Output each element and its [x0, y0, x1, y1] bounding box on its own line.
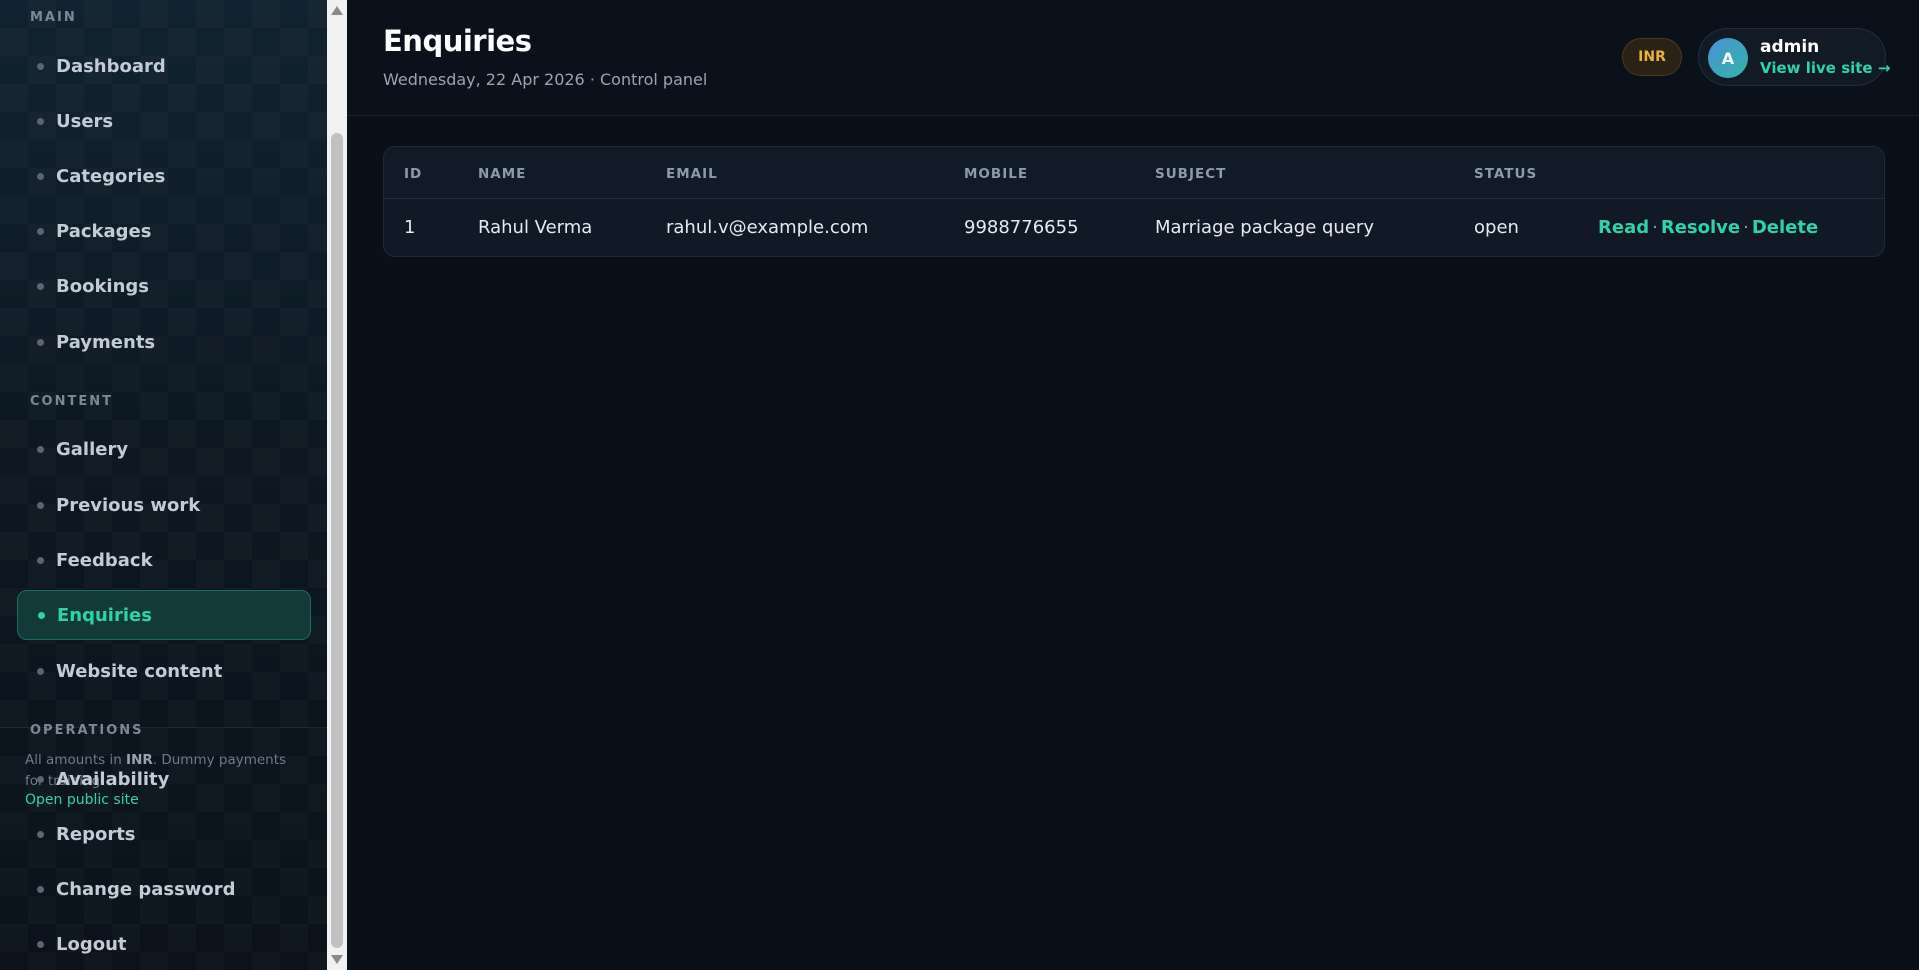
- bullet-icon: [37, 338, 44, 346]
- sidebar-item-label: Packages: [56, 220, 152, 242]
- bullet-icon: [37, 172, 44, 180]
- page-subtitle: Wednesday, 22 Apr 2026 · Control panel: [383, 70, 708, 89]
- bullet-icon: [37, 940, 44, 948]
- sidebar-item-packages[interactable]: Packages: [17, 206, 311, 256]
- bullet-icon: [37, 830, 44, 838]
- scrollbar-thumb[interactable]: [331, 133, 343, 948]
- cell-status: open: [1474, 217, 1519, 238]
- user-name: admin: [1760, 37, 1820, 57]
- cell-name: Rahul Verma: [478, 217, 593, 238]
- sidebar-item-bookings[interactable]: Bookings: [17, 261, 311, 311]
- read-action-link[interactable]: Read: [1598, 217, 1649, 238]
- sidebar-item-label: Website content: [56, 660, 223, 682]
- sidebar-item-label: Payments: [56, 331, 156, 353]
- delete-action-link[interactable]: Delete: [1752, 217, 1818, 238]
- sidebar-item-label: Users: [56, 110, 114, 132]
- bullet-icon: [37, 556, 44, 564]
- sidebar-item-users[interactable]: Users: [17, 96, 311, 146]
- table-row: 1 Rahul Verma rahul.v@example.com 998877…: [384, 199, 1884, 256]
- action-separator: ·: [1652, 217, 1658, 238]
- sidebar-scrollbar[interactable]: [327, 0, 347, 970]
- page-title: Enquiries: [383, 24, 532, 58]
- sidebar-item-label: Enquiries: [57, 604, 152, 626]
- bullet-icon: [37, 445, 44, 453]
- column-header-email: EMAIL: [666, 166, 718, 182]
- cell-mobile: 9988776655: [964, 217, 1079, 238]
- sidebar-item-feedback[interactable]: Feedback: [17, 535, 311, 585]
- avatar: A: [1708, 38, 1748, 78]
- bullet-icon: [37, 501, 44, 509]
- scroll-up-arrow-icon[interactable]: [331, 6, 343, 15]
- sidebar-item-label: Reports: [56, 823, 136, 845]
- bullet-icon: [37, 117, 44, 125]
- section-label-operations: OPERATIONS: [30, 723, 144, 738]
- user-chip[interactable]: A admin View live site →: [1698, 28, 1890, 86]
- sidebar-item-payments[interactable]: Payments: [17, 317, 311, 367]
- sidebar-item-availability[interactable]: Availability: [17, 754, 311, 804]
- cell-email: rahul.v@example.com: [666, 217, 869, 238]
- section-label-content: CONTENT: [30, 394, 113, 409]
- resolve-action-link[interactable]: Resolve: [1661, 217, 1740, 238]
- sidebar-item-label: Feedback: [56, 549, 153, 571]
- sidebar: MAIN Dashboard Users Categories Packages…: [0, 0, 327, 970]
- sidebar-item-logout[interactable]: Logout: [17, 919, 311, 969]
- column-header-name: NAME: [478, 166, 527, 182]
- bullet-icon: [37, 227, 44, 235]
- sidebar-item-label: Bookings: [56, 275, 150, 297]
- bullet-icon: [38, 611, 45, 619]
- sidebar-item-enquiries[interactable]: Enquiries: [17, 590, 311, 640]
- sidebar-item-label: Logout: [56, 933, 127, 955]
- scroll-down-arrow-icon[interactable]: [331, 955, 343, 964]
- currency-badge: INR: [1622, 38, 1682, 76]
- column-header-id: ID: [404, 166, 423, 182]
- sidebar-item-label: Dashboard: [56, 55, 166, 77]
- view-live-site-link[interactable]: View live site →: [1760, 59, 1890, 77]
- sidebar-item-categories[interactable]: Categories: [17, 151, 311, 201]
- bullet-icon: [37, 885, 44, 893]
- column-header-status: STATUS: [1474, 166, 1538, 182]
- table-header: ID NAME EMAIL MOBILE SUBJECT STATUS: [384, 147, 1884, 199]
- bullet-icon: [37, 775, 44, 783]
- cell-id: 1: [404, 217, 416, 238]
- sidebar-item-label: Gallery: [56, 438, 129, 460]
- section-label-main: MAIN: [30, 10, 77, 25]
- sidebar-item-label: Categories: [56, 165, 166, 187]
- action-separator: ·: [1743, 217, 1749, 238]
- sidebar-item-label: Change password: [56, 878, 236, 900]
- bullet-icon: [37, 282, 44, 290]
- sidebar-item-reports[interactable]: Reports: [17, 809, 311, 859]
- sidebar-item-label: Availability: [56, 768, 170, 790]
- sidebar-item-change-password[interactable]: Change password: [17, 864, 311, 914]
- sidebar-item-dashboard[interactable]: Dashboard: [17, 41, 311, 91]
- page-header: Enquiries Wednesday, 22 Apr 2026 · Contr…: [347, 0, 1919, 116]
- sidebar-item-gallery[interactable]: Gallery: [17, 424, 311, 474]
- enquiries-table: ID NAME EMAIL MOBILE SUBJECT STATUS 1 Ra…: [383, 146, 1885, 257]
- sidebar-item-label: Previous work: [56, 494, 201, 516]
- sidebar-item-website-content[interactable]: Website content: [17, 646, 311, 696]
- cell-subject: Marriage package query: [1155, 217, 1374, 238]
- main-content: Enquiries Wednesday, 22 Apr 2026 · Contr…: [347, 0, 1919, 970]
- bullet-icon: [37, 667, 44, 675]
- sidebar-item-previous-work[interactable]: Previous work: [17, 480, 311, 530]
- bullet-icon: [37, 62, 44, 70]
- column-header-subject: SUBJECT: [1155, 166, 1227, 182]
- sidebar-divider: [0, 727, 327, 728]
- column-header-mobile: MOBILE: [964, 166, 1029, 182]
- row-actions: Read · Resolve · Delete: [1598, 217, 1818, 238]
